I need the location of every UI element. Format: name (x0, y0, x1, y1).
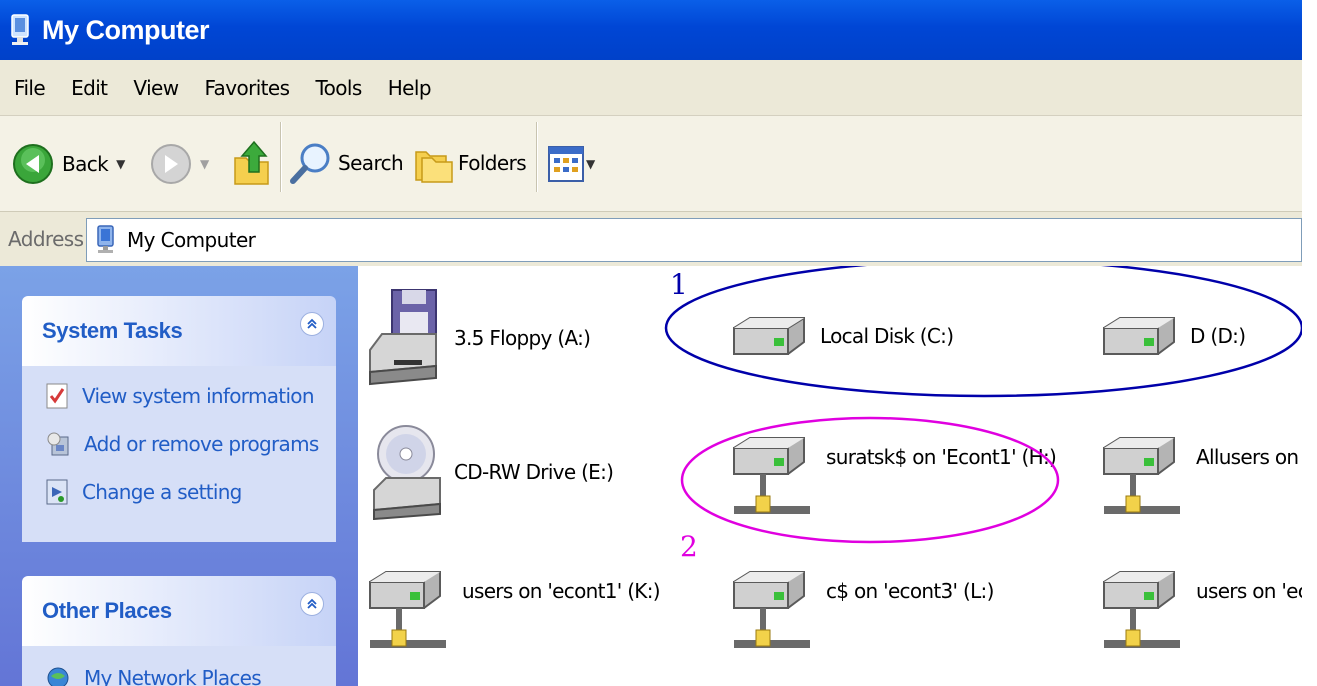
window-title: My Computer (42, 14, 210, 45)
other-places-header[interactable]: Other Places (22, 576, 336, 646)
collapse-chevron-icon[interactable] (300, 312, 324, 336)
back-arrow-icon (13, 144, 53, 184)
address-bar: Address My Computer (0, 212, 1302, 266)
task-view-system-information[interactable]: View system information (22, 372, 336, 420)
annotation-ellipse-2 (680, 416, 1060, 544)
address-label: Address (8, 227, 84, 251)
place-my-network-places[interactable]: My Network Places (22, 652, 336, 686)
place-label: My Network Places (84, 666, 262, 686)
forward-button[interactable]: ▼ (150, 143, 209, 185)
up-folder-icon (234, 140, 269, 185)
address-value: My Computer (127, 228, 256, 252)
folders-label: Folders (458, 151, 527, 175)
up-folder-button[interactable] (232, 138, 272, 188)
task-label: Add or remove programs (84, 432, 319, 456)
views-icon (548, 146, 584, 182)
back-button[interactable]: Back ▼ (12, 143, 125, 185)
views-dropdown-icon[interactable]: ▼ (586, 157, 595, 171)
search-label: Search (338, 151, 404, 175)
toolbar-separator (280, 122, 282, 192)
menu-tools[interactable]: Tools (315, 76, 362, 100)
menu-favorites[interactable]: Favorites (204, 76, 290, 100)
my-computer-icon (97, 225, 114, 253)
system-info-icon (46, 383, 68, 409)
system-tasks-body: View system information Add or remove pr… (22, 366, 336, 542)
menu-help[interactable]: Help (388, 76, 432, 100)
add-remove-programs-icon (47, 432, 69, 456)
system-tasks-header[interactable]: System Tasks (22, 296, 336, 366)
annotation-label-2: 2 (680, 530, 698, 563)
menu-edit[interactable]: Edit (71, 76, 108, 100)
folders-button[interactable]: Folders (414, 142, 527, 184)
control-panel-icon (46, 479, 68, 505)
address-input[interactable]: My Computer (86, 218, 1302, 262)
search-button[interactable]: Search (288, 140, 404, 186)
task-add-remove-programs[interactable]: Add or remove programs (22, 420, 336, 468)
folders-icon (415, 151, 453, 183)
annotation-ellipse-1 (664, 266, 1302, 398)
system-tasks-title: System Tasks (42, 318, 183, 343)
forward-dropdown-icon[interactable]: ▼ (200, 157, 209, 171)
views-button[interactable]: ▼ (548, 146, 595, 182)
task-pane: System Tasks View system information Add… (0, 266, 358, 686)
right-edge (1302, 0, 1317, 686)
annotation-overlay (664, 266, 1302, 544)
other-places-panel: Other Places My Network Places (22, 576, 336, 686)
search-icon (290, 143, 330, 184)
task-change-a-setting[interactable]: Change a setting (22, 468, 336, 516)
annotation-label-1: 1 (670, 268, 688, 301)
forward-arrow-icon (151, 144, 191, 184)
title-bar[interactable]: My Computer (0, 0, 1302, 60)
other-places-title: Other Places (42, 598, 172, 623)
menu-file[interactable]: File (14, 76, 46, 100)
task-label: View system information (82, 384, 315, 408)
collapse-chevron-icon[interactable] (300, 592, 324, 616)
menu-bar: File Edit View Favorites Tools Help (0, 60, 1302, 116)
network-places-icon (47, 667, 69, 686)
my-computer-icon (11, 14, 29, 45)
drives-view: 3.5 Floppy (A:) Local Disk (C:) D (D:) C… (358, 266, 1302, 686)
back-label: Back (62, 152, 109, 176)
menu-view[interactable]: View (133, 76, 179, 100)
system-tasks-panel: System Tasks View system information Add… (22, 296, 336, 542)
toolbar-separator (536, 122, 538, 192)
other-places-body: My Network Places (22, 646, 336, 686)
task-label: Change a setting (82, 480, 242, 504)
back-dropdown-icon[interactable]: ▼ (116, 157, 125, 171)
